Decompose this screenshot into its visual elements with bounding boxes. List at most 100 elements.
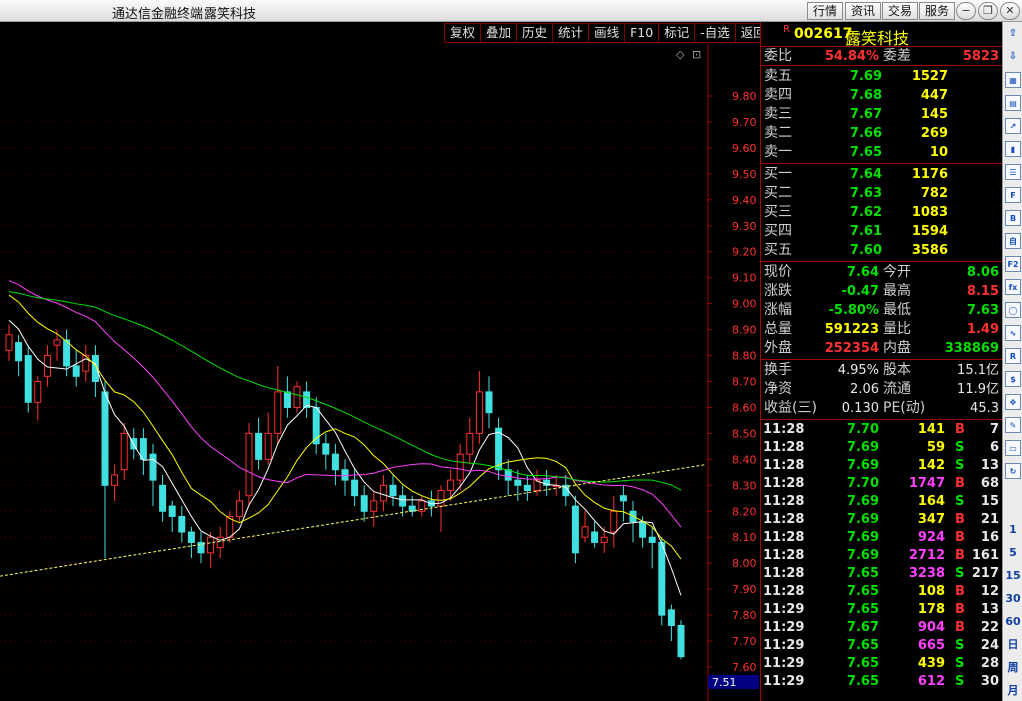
price-axis-label: 9.10 xyxy=(732,272,757,285)
period-3-button[interactable]: 30 xyxy=(1005,591,1021,607)
candle-up xyxy=(53,339,61,346)
period-0-button[interactable]: 1 xyxy=(1005,522,1021,538)
price-axis-label: 9.20 xyxy=(732,246,757,259)
buy-level-row[interactable]: 买一 7.64 1176 xyxy=(761,165,1002,184)
down-arrow-icon[interactable]: ⇩ xyxy=(1005,49,1021,65)
buy-level-row[interactable]: 买三 7.62 1083 xyxy=(761,203,1002,222)
book-icon[interactable]: B xyxy=(1005,210,1021,226)
wave-icon[interactable]: ∿ xyxy=(1005,325,1021,341)
self-icon[interactable]: 自 xyxy=(1005,233,1021,249)
tool-remove-watchlist-button[interactable]: -自选 xyxy=(694,23,736,43)
close-button[interactable]: ✕ xyxy=(1000,2,1020,20)
sell-level-price: 7.66 xyxy=(849,126,882,141)
grid-icon[interactable]: ▤ xyxy=(1005,95,1021,111)
sell-level-row[interactable]: 卖一 7.65 10 xyxy=(761,143,1002,162)
tick-row: 11:28 7.69 164 S 15 xyxy=(761,493,1002,511)
diamond-icon[interactable]: ◇ xyxy=(676,48,685,61)
candle-down xyxy=(495,427,503,471)
candle-down xyxy=(63,339,71,367)
candle-up xyxy=(600,536,608,543)
tick-price: 7.69 xyxy=(846,458,879,473)
menu-trade-button[interactable]: 交易 xyxy=(882,2,919,20)
price-axis-label: 8.30 xyxy=(732,479,757,492)
box-icon[interactable]: ▭ xyxy=(1005,440,1021,456)
list-icon[interactable]: ☰ xyxy=(1005,164,1021,180)
buy-level-row[interactable]: 买二 7.63 782 xyxy=(761,184,1002,203)
kline-chart[interactable]: 9.80 9.70 9.60 9.50 9.40 9.30 9.20 9.10 9.00 8.90… xyxy=(0,44,760,701)
f10-icon[interactable]: F xyxy=(1005,187,1021,203)
buy-level-row[interactable]: 买四 7.61 1594 xyxy=(761,222,1002,241)
candle-up xyxy=(370,500,378,512)
candle-up xyxy=(34,381,42,403)
tick-row: 11:29 7.65 612 S 30 xyxy=(761,673,1002,691)
tick-volume: 3238 xyxy=(908,566,945,581)
sell-level-row[interactable]: 卖三 7.67 145 xyxy=(761,105,1002,124)
tick-count: 13 xyxy=(980,458,999,473)
stat-value: 338869 xyxy=(944,341,999,356)
tool-history-button[interactable]: 历史 xyxy=(516,23,554,43)
sell-level-row[interactable]: 卖二 7.66 269 xyxy=(761,124,1002,143)
menu-news-button[interactable]: 资讯 xyxy=(845,2,882,20)
candle-down xyxy=(677,624,685,658)
period-2-button[interactable]: 15 xyxy=(1005,568,1021,584)
pen-icon[interactable]: ✎ xyxy=(1005,417,1021,433)
sell-level-row[interactable]: 卖五 7.69 1527 xyxy=(761,67,1002,86)
tool-mark-button[interactable]: 标记 xyxy=(658,23,696,43)
tick-side: S xyxy=(955,638,965,653)
stat-label: 涨跌 xyxy=(764,283,792,299)
menu-quotes-button[interactable]: 行情 xyxy=(807,2,844,20)
buy-order-book: 买一 7.64 1176 买二 7.63 782 买三 7.62 1083 买四 7.61 1594 买… xyxy=(761,164,1002,262)
candle-down xyxy=(187,531,195,543)
expand-icon[interactable]: ⊡ xyxy=(692,48,701,61)
sell-level-row[interactable]: 卖四 7.68 447 xyxy=(761,86,1002,105)
stat-value: -0.47 xyxy=(841,284,879,299)
tick-list[interactable]: 11:28 7.70 141 B 7 11:28 7.69 59 S 6 11:28 7.69 142 S… xyxy=(761,420,1002,691)
up-arrow-icon[interactable]: ⇧ xyxy=(1005,26,1021,42)
period-5-button[interactable]: 日 xyxy=(1005,637,1021,653)
tick-volume: 59 xyxy=(926,440,945,455)
tick-volume: 2712 xyxy=(908,548,945,563)
line-chart-icon[interactable]: ↗ xyxy=(1005,118,1021,134)
sell-level-price: 7.65 xyxy=(849,145,882,160)
period-6-button[interactable]: 周 xyxy=(1005,660,1021,676)
tool-stats-button[interactable]: 统计 xyxy=(552,23,590,43)
candle-up xyxy=(466,432,474,455)
tick-volume: 439 xyxy=(917,656,945,671)
candle-down xyxy=(255,432,263,460)
minimize-button[interactable]: − xyxy=(956,2,976,20)
period-4-button[interactable]: 60 xyxy=(1005,614,1021,630)
tool-overlay-button[interactable]: 叠加 xyxy=(480,23,518,43)
circle-icon[interactable]: ◯ xyxy=(1005,302,1021,318)
table-icon[interactable]: ▦ xyxy=(1005,72,1021,88)
app-title: 通达信金融终端 xyxy=(112,7,204,22)
price-axis-label: 7.60 xyxy=(732,661,757,674)
tick-volume: 164 xyxy=(917,494,945,509)
period-7-button[interactable]: 月 xyxy=(1005,683,1021,699)
menu-service-button[interactable]: 服务 xyxy=(919,2,956,20)
f12-icon[interactable]: F2 xyxy=(1005,256,1021,272)
candle-up xyxy=(245,432,253,497)
candle-down xyxy=(619,495,627,502)
buy-level-row[interactable]: 买五 7.60 3586 xyxy=(761,241,1002,260)
tool-f10-button[interactable]: F10 xyxy=(624,23,660,43)
move-icon[interactable]: ✥ xyxy=(1005,394,1021,410)
tool-fuquan-button[interactable]: 复权 xyxy=(444,23,482,43)
price-axis-label: 8.90 xyxy=(732,324,757,337)
tick-side: B xyxy=(955,422,965,437)
tick-time: 11:28 xyxy=(763,566,805,581)
sell-level-volume: 447 xyxy=(920,88,948,103)
tick-row: 11:29 7.65 178 B 13 xyxy=(761,601,1002,619)
formula-icon[interactable]: fx xyxy=(1005,279,1021,295)
restore-button[interactable]: ❐ xyxy=(978,2,998,20)
tick-volume: 924 xyxy=(917,530,945,545)
kline-chart-svg[interactable]: 9.80 9.70 9.60 9.50 9.40 9.30 9.20 9.10 9.00 8.90… xyxy=(0,44,760,701)
dollar-icon[interactable]: $ xyxy=(1005,371,1021,387)
refresh-icon[interactable]: ↻ xyxy=(1005,463,1021,479)
candle-down xyxy=(360,495,368,512)
tool-draw-button[interactable]: 画线 xyxy=(588,23,626,43)
period-1-button[interactable]: 5 xyxy=(1005,545,1021,561)
candle-icon[interactable]: ▮ xyxy=(1005,141,1021,157)
candle-up xyxy=(207,536,215,554)
candle-down xyxy=(591,531,599,543)
rsi-icon[interactable]: R xyxy=(1005,348,1021,364)
